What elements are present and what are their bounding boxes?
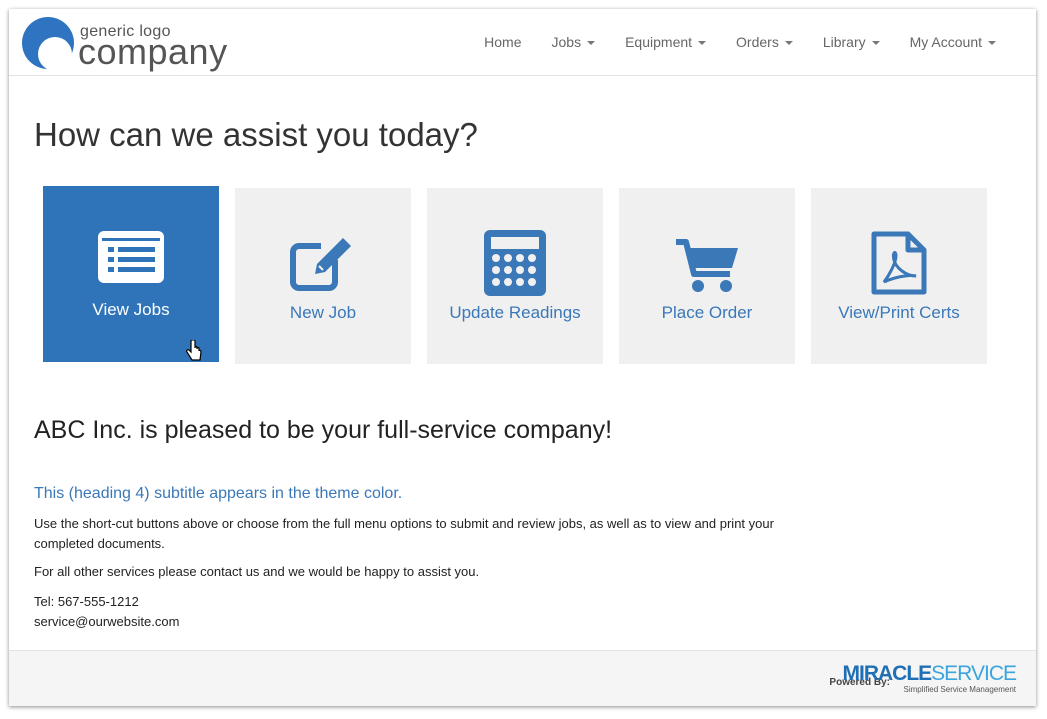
page-title: How can we assist you today? — [34, 116, 478, 153]
welcome-heading: ABC Inc. is pleased to be your full-serv… — [34, 416, 613, 444]
theme-subtitle: This (heading 4) subtitle appears in the… — [34, 485, 403, 502]
nav-label: Jobs — [551, 34, 582, 50]
caret-down-icon — [784, 41, 793, 46]
nav-item-home[interactable]: Home — [484, 34, 521, 50]
caret-down-icon — [988, 41, 996, 46]
intro-paragraph: Use the short-cut buttons above or choos… — [34, 516, 774, 551]
nav-item-library[interactable]: Library — [823, 34, 880, 50]
contact-paragraph: For all other services please contact us… — [34, 564, 480, 579]
nav-label: Home — [484, 34, 522, 50]
list-icon — [97, 230, 165, 289]
tile-label: View Jobs — [92, 300, 170, 319]
brand-light: SERVICE — [931, 662, 1017, 685]
new-job-button[interactable]: New Job — [235, 188, 411, 364]
edit-icon — [289, 232, 357, 297]
caret-down-icon — [587, 41, 596, 46]
nav-item-jobs[interactable]: Jobs — [552, 34, 596, 50]
miracle-service-logo[interactable]: MIRACLESERVICE Simplified Service Manage… — [843, 663, 1017, 695]
logo-circle-icon — [22, 17, 74, 71]
pdf-file-icon — [870, 230, 928, 301]
view-jobs-button[interactable]: View Jobs — [43, 186, 219, 362]
tile-label: View/Print Certs — [838, 303, 960, 322]
update-readings-button[interactable]: Update Readings — [427, 188, 603, 364]
brand-bold: MIRACLE — [842, 662, 933, 685]
tile-label: Place Order — [661, 303, 753, 322]
caret-down-icon — [698, 41, 707, 46]
caret-down-icon — [871, 41, 880, 46]
nav-label: Equipment — [625, 34, 693, 50]
cart-icon — [674, 238, 740, 301]
tile-label: New Job — [289, 303, 357, 322]
hand-cursor-icon — [186, 339, 202, 367]
tile-label: Update Readings — [449, 303, 581, 322]
company-logo[interactable]: generic logo company — [22, 14, 252, 72]
nav-item-orders[interactable]: Orders — [736, 34, 793, 50]
calculator-icon — [484, 230, 546, 301]
email-address[interactable]: service@ourwebsite.com — [34, 612, 179, 632]
main-nav: Home Jobs Equipment Orders Library My Ac… — [454, 34, 996, 50]
nav-label: Orders — [736, 34, 779, 50]
navbar: generic logo company Home Jobs Equipment… — [9, 9, 1036, 76]
view-print-certs-button[interactable]: View/Print Certs — [811, 188, 987, 364]
app-window: generic logo company Home Jobs Equipment… — [9, 9, 1036, 706]
logo-big-text: company — [78, 31, 228, 72]
footer: Powered By: MIRACLESERVICE Simplified Se… — [9, 650, 1036, 706]
nav-item-my-account[interactable]: My Account — [910, 34, 996, 50]
brand-tagline: Simplified Service Management — [903, 685, 1017, 694]
place-order-button[interactable]: Place Order — [619, 188, 795, 364]
nav-label: My Account — [909, 34, 982, 50]
contact-info: Tel: 567-555-1212 service@ourwebsite.com — [34, 592, 179, 632]
phone-number: Tel: 567-555-1212 — [34, 594, 139, 609]
nav-label: Library — [822, 34, 866, 50]
nav-item-equipment[interactable]: Equipment — [625, 34, 707, 50]
